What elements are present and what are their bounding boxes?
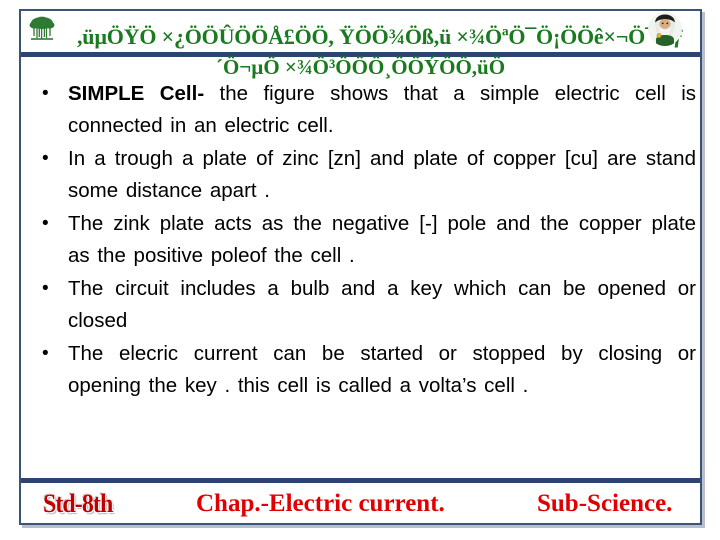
sage-photo — [648, 12, 682, 46]
list-item: The elecric current can be started or st… — [28, 338, 696, 401]
bullet-body-text: The circuit includes a bulb and a key wh… — [68, 277, 696, 332]
subject-label: Sub-Science. — [537, 490, 673, 517]
header-title-line2: ´Ö¬µÖ ×¾Ö³ÖÖÖ¸ÖÖÝÖÖ,üÖ — [215, 55, 506, 79]
list-item: SIMPLE Cell- the figure shows that a sim… — [28, 78, 696, 141]
header-title-line1: ,üµÖŸÖ ×¿ÖÖÛÖÖÅ£ÖÖ, ŸÖÖ¾Öß,ü ×¾ÖªÖ¯Ö¡ÖÖê… — [77, 24, 684, 49]
chapter-label: Chap.-Electric current. — [196, 490, 445, 517]
list-item: The zink plate acts as the negative [-] … — [28, 208, 696, 271]
standard-badge: Std-8th — [43, 489, 113, 518]
tree-icon — [28, 14, 56, 42]
slide-header: ,üµÖŸÖ ×¿ÖÖÛÖÖÅ£ÖÖ, ŸÖÖ¾Öß,ü ×¾ÖªÖ¯Ö¡ÖÖê… — [21, 11, 700, 55]
bullet-lead-text: SIMPLE Cell- — [68, 82, 205, 105]
list-item: In a trough a plate of zinc [zn] and pla… — [28, 143, 696, 206]
bullet-list: SIMPLE Cell- the figure shows that a sim… — [28, 78, 696, 401]
slide-canvas: ,üµÖŸÖ ×¿ÖÖÛÖÖÅ£ÖÖ, ŸÖÖ¾Öß,ü ×¾ÖªÖ¯Ö¡ÖÖê… — [0, 0, 720, 540]
slide-body: SIMPLE Cell- the figure shows that a sim… — [28, 78, 696, 458]
list-item: The circuit includes a bulb and a key wh… — [28, 273, 696, 336]
slide-footer: Std-8th Chap.-Electric current. Sub-Scie… — [21, 483, 700, 523]
bullet-body-text: The elecric current can be started or st… — [68, 342, 696, 397]
bullet-body-text: The zink plate acts as the negative [-] … — [68, 212, 696, 267]
bullet-body-text: In a trough a plate of zinc [zn] and pla… — [68, 147, 696, 202]
